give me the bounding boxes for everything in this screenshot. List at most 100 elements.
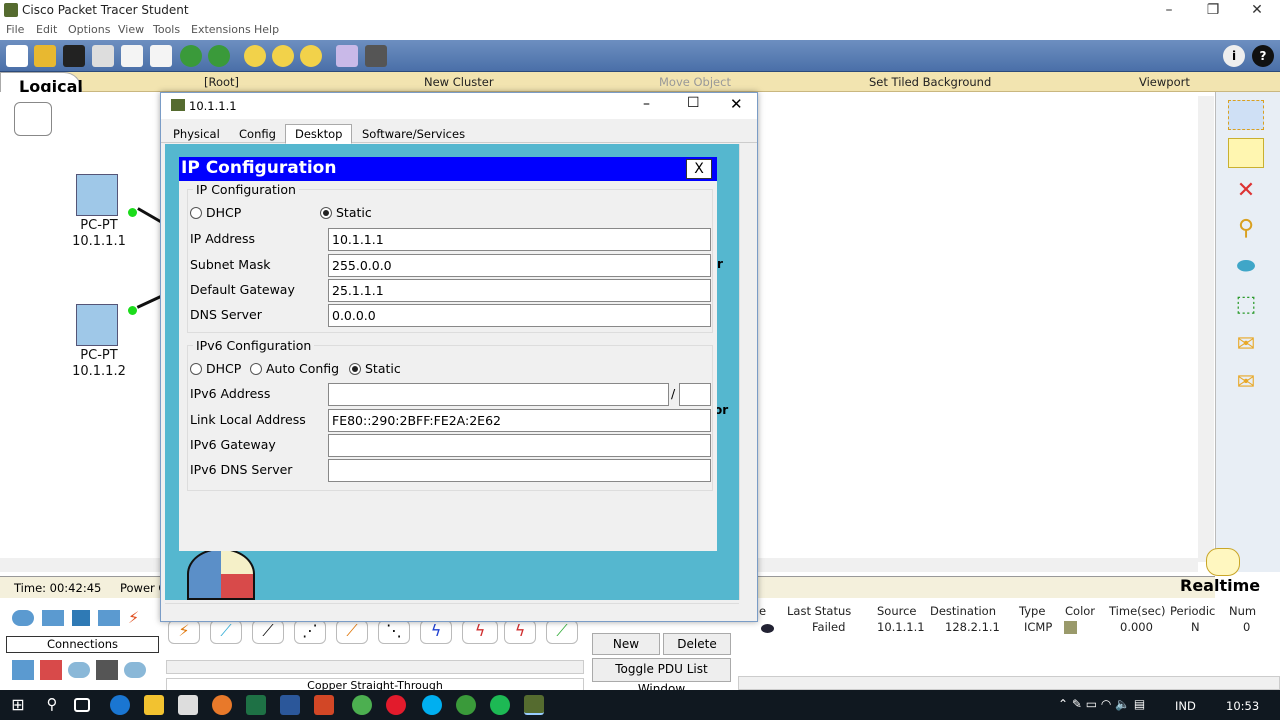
tab-physical[interactable]: Physical — [163, 124, 230, 144]
vertical-scrollbar[interactable] — [1198, 96, 1214, 562]
custom-device-icon[interactable] — [96, 660, 118, 680]
dhcp-radio[interactable]: DHCP — [190, 205, 241, 220]
task-view-icon[interactable] — [74, 698, 90, 712]
tab-software-services[interactable]: Software/Services — [352, 124, 475, 144]
viewport-button[interactable]: Viewport — [1139, 75, 1190, 89]
static-radio[interactable]: Static — [320, 205, 372, 220]
default-gateway-field[interactable]: 25.1.1.1 — [328, 279, 711, 302]
menu-tools[interactable]: Tools — [153, 23, 180, 36]
chrome-icon[interactable] — [352, 695, 372, 715]
packet-tracer-icon[interactable] — [524, 695, 544, 715]
cable-scrollbar[interactable] — [166, 660, 584, 674]
link-local-address-field[interactable]: FE80::290:2BFF:FE2A:2E62 — [328, 409, 711, 432]
edge-icon[interactable] — [110, 695, 130, 715]
cable-console-icon[interactable]: ⟋ — [210, 620, 242, 644]
windows-start-icon[interactable]: ⊞ — [8, 695, 28, 715]
download-icon[interactable] — [456, 695, 476, 715]
add-simple-pdu-icon[interactable]: ✉ — [1228, 330, 1264, 360]
excel-icon[interactable] — [246, 695, 266, 715]
store-icon[interactable] — [178, 695, 198, 715]
menu-options[interactable]: Options — [68, 23, 110, 36]
question-icon[interactable]: ? — [1252, 45, 1274, 67]
pdu-new-button[interactable]: New — [592, 633, 660, 655]
device-category-wireless-icon[interactable] — [98, 610, 120, 626]
add-complex-pdu-icon[interactable]: ✉ — [1228, 368, 1264, 398]
desktop-vertical-scrollbar[interactable] — [739, 144, 755, 600]
undo-icon[interactable] — [180, 45, 202, 67]
move-object-button[interactable]: Move Object — [659, 75, 731, 89]
minimize-button[interactable]: – — [1146, 0, 1192, 21]
tab-config[interactable]: Config — [229, 124, 286, 144]
cable-coax-icon[interactable]: ϟ — [420, 620, 452, 644]
cable-fiber-icon[interactable]: ⟋ — [336, 620, 368, 644]
pdu-delete-button[interactable]: Delete — [663, 633, 731, 655]
palette-icon[interactable] — [336, 45, 358, 67]
activity-wizard-icon[interactable] — [121, 45, 143, 67]
zoom-in-icon[interactable] — [244, 45, 266, 67]
menu-view[interactable]: View — [118, 23, 144, 36]
tray-icons[interactable]: ⌃ ✎ ▭ ◠ 🔈 ▤ — [1058, 697, 1145, 711]
realtime-mode-label[interactable]: Realtime — [1180, 576, 1260, 595]
custom-device-icon[interactable] — [365, 45, 387, 67]
realtime-clock-icon[interactable] — [1206, 548, 1240, 576]
ip-address-field[interactable]: 10.1.1.1 — [328, 228, 711, 251]
ipv6-address-field[interactable] — [328, 383, 669, 406]
dialog-maximize-button[interactable]: ☐ — [687, 95, 700, 111]
menu-help[interactable]: Help — [254, 23, 279, 36]
select-icon[interactable] — [1228, 100, 1264, 130]
powerpoint-icon[interactable] — [314, 695, 334, 715]
menu-extensions[interactable]: Extensions — [191, 23, 251, 36]
save-icon[interactable] — [63, 45, 85, 67]
ipv6-dns-server-field[interactable] — [328, 459, 711, 482]
tiled-background-button[interactable]: Set Tiled Background — [869, 75, 991, 89]
pc-icon[interactable] — [76, 174, 118, 216]
new-file-icon[interactable] — [6, 45, 28, 67]
wan-emulation-icon[interactable] — [68, 662, 90, 678]
firefox-icon[interactable] — [212, 695, 232, 715]
security-device-icon[interactable] — [40, 660, 62, 680]
skype-icon[interactable] — [422, 695, 442, 715]
cable-auto-icon[interactable]: ⚡ — [168, 620, 200, 644]
device-category-hub-icon[interactable] — [72, 610, 90, 626]
dialog-minimize-button[interactable]: – — [643, 96, 650, 112]
help-info-icon[interactable]: i — [1223, 45, 1245, 67]
resize-icon[interactable]: ⬚ — [1228, 290, 1264, 320]
end-device-icon[interactable] — [12, 660, 34, 680]
dns-server-field[interactable]: 0.0.0.0 — [328, 304, 711, 327]
maximize-button[interactable]: ❐ — [1190, 0, 1236, 21]
close-button[interactable]: ✕ — [1234, 0, 1280, 21]
inspect-icon[interactable]: ⚲ — [1228, 214, 1264, 244]
device-category-connections-icon[interactable]: ⚡ — [128, 608, 150, 627]
copy-icon[interactable] — [150, 45, 172, 67]
note-icon[interactable] — [1228, 138, 1264, 168]
desktop-horizontal-scrollbar[interactable] — [165, 603, 739, 617]
ipv6-dhcp-radio[interactable]: DHCP — [190, 361, 241, 376]
search-icon[interactable]: ⚲ — [42, 695, 62, 715]
multiuser-icon[interactable] — [124, 662, 146, 678]
subnet-mask-field[interactable]: 255.0.0.0 — [328, 254, 711, 277]
device-category-router-icon[interactable] — [12, 610, 34, 626]
cable-straight-icon[interactable]: ⟋ — [252, 620, 284, 644]
menu-edit[interactable]: Edit — [36, 23, 57, 36]
spotify-icon[interactable] — [490, 695, 510, 715]
pdu-list-scrollbar[interactable] — [738, 676, 1280, 690]
web-browser-icon[interactable] — [187, 548, 255, 600]
file-explorer-icon[interactable] — [144, 695, 164, 715]
zoom-reset-icon[interactable] — [272, 45, 294, 67]
word-icon[interactable] — [280, 695, 300, 715]
dialog-close-button[interactable]: ✕ — [730, 95, 743, 113]
cable-serial-dce-icon[interactable]: ϟ — [462, 620, 498, 644]
ipv6-auto-config-radio[interactable]: Auto Config — [250, 361, 339, 376]
tab-desktop[interactable]: Desktop — [285, 124, 353, 144]
print-icon[interactable] — [92, 45, 114, 67]
cable-serial-dte-icon[interactable]: ϟ — [504, 620, 536, 644]
cable-phone-icon[interactable]: ⋱ — [378, 620, 410, 644]
menu-file[interactable]: File — [6, 23, 24, 36]
ipv6-gateway-field[interactable] — [328, 434, 711, 457]
redo-icon[interactable] — [208, 45, 230, 67]
open-folder-icon[interactable] — [34, 45, 56, 67]
pc-icon[interactable] — [76, 304, 118, 346]
opera-icon[interactable] — [386, 695, 406, 715]
cable-cross-icon[interactable]: ⋰ — [294, 620, 326, 644]
ipv6-prefix-field[interactable] — [679, 383, 711, 406]
